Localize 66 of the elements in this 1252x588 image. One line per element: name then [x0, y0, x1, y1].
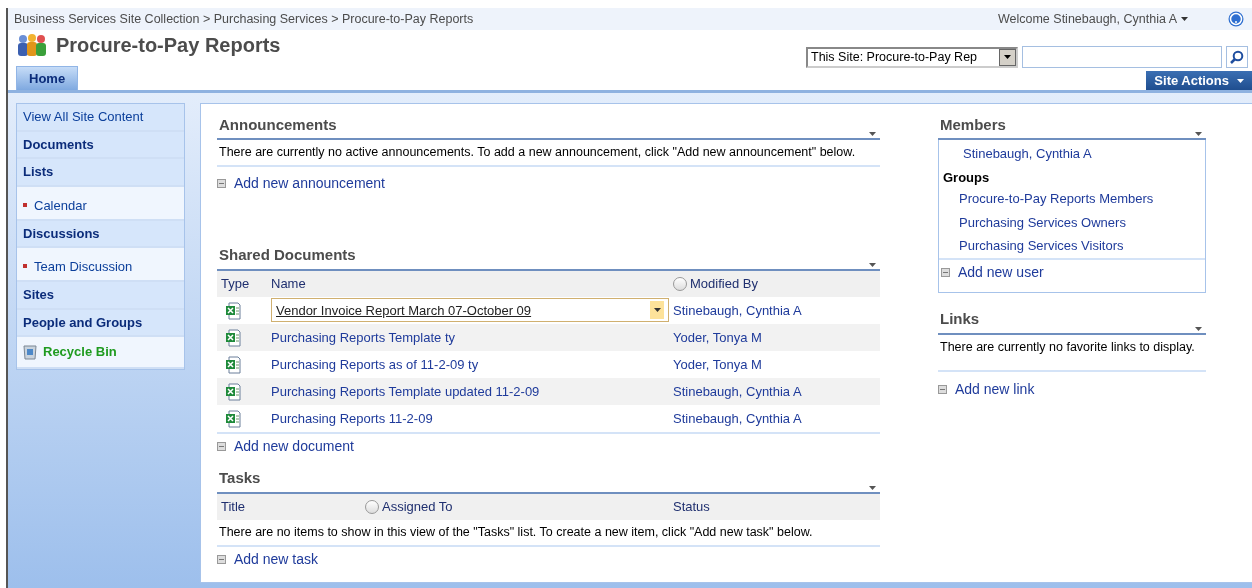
- empty-message: There are no items to show in this view of the "Tasks" list. To create a new item, click "Add new task" below.: [217, 519, 880, 547]
- caret-icon: [1004, 55, 1011, 59]
- column-header: Name: [271, 275, 307, 293]
- person-link[interactable]: Yoder, Tonya M: [673, 327, 762, 347]
- person-link[interactable]: Yoder, Tonya M: [673, 354, 762, 374]
- group-link[interactable]: Procure-to-Pay Reports Members: [939, 187, 1205, 211]
- recycle-bin-icon: [23, 344, 37, 360]
- tab[interactable]: Home: [16, 65, 79, 90]
- search-icon: [1230, 50, 1244, 64]
- caret-icon: [869, 262, 876, 267]
- person-link[interactable]: Stinebaugh, Cynthia A: [673, 300, 802, 320]
- add-link[interactable]: Add new document: [234, 436, 354, 458]
- document-link[interactable]: Purchasing Reports 11-2-09: [271, 410, 433, 426]
- person-link[interactable]: Stinebaugh, Cynthia A: [673, 381, 802, 401]
- caret-icon: [1237, 78, 1244, 83]
- caret-icon: [1181, 17, 1188, 21]
- group-heading: Groups: [942, 168, 991, 187]
- breadcrumb-path: Business Services Site Collection > Purchasing Services > Procure-to-Pay Reports: [14, 10, 474, 28]
- scope-dropdown[interactable]: This Site: Procure-to-Pay Rep: [806, 46, 1018, 68]
- document-link[interactable]: Vendor Invoice Report March 07-October 09: [271, 298, 669, 323]
- caret-icon: [1195, 132, 1202, 136]
- webpart-title: Links: [940, 309, 980, 329]
- column-header: Type: [220, 275, 251, 293]
- document-link[interactable]: Purchasing Reports Template ty: [271, 329, 456, 345]
- site-actions-button[interactable]: Site Actions: [1146, 71, 1252, 90]
- spreadsheet-icon: [225, 383, 241, 402]
- webpart-title: Members: [940, 114, 1006, 135]
- column-header: Assigned To: [365, 497, 673, 517]
- webpart-title: Announcements: [219, 114, 337, 135]
- welcome-menu[interactable]: Welcome Stinebaugh, Cynthia A: [997, 9, 1188, 29]
- spreadsheet-icon: [225, 356, 241, 375]
- caret-icon: [869, 132, 876, 136]
- add-icon: [217, 442, 226, 452]
- spreadsheet-icon: [225, 410, 241, 429]
- site-title: Procure-to-Pay Reports: [56, 33, 281, 58]
- add-icon: [938, 384, 947, 394]
- document-link[interactable]: Purchasing Reports as of 11-2-09 ty: [271, 356, 479, 372]
- search-field[interactable]: [1022, 46, 1222, 68]
- caret-icon: [1195, 326, 1202, 331]
- empty-message: There are currently no active announcements. To add a new announcement, click "Add new announcement" below.: [217, 140, 880, 167]
- spreadsheet-icon: [225, 302, 241, 321]
- group-link[interactable]: Purchasing Services Owners: [939, 210, 1205, 234]
- person-link[interactable]: Stinebaugh, Cynthia A: [939, 140, 1205, 168]
- empty-message: There are currently no favorite links to display.: [938, 334, 1206, 373]
- document-link[interactable]: Purchasing Reports Template updated 11-2-09: [271, 383, 540, 399]
- add-link[interactable]: Add new announcement: [234, 173, 385, 195]
- webpart-title: Tasks: [219, 468, 261, 489]
- add-link[interactable]: Add new link: [955, 378, 1035, 400]
- caret-icon: [869, 485, 876, 490]
- add-icon: [217, 555, 226, 564]
- webpart-title: Shared Documents: [219, 245, 356, 266]
- spreadsheet-icon: [225, 329, 241, 348]
- search-button[interactable]: [1226, 46, 1248, 68]
- person-link[interactable]: Stinebaugh, Cynthia A: [673, 408, 802, 428]
- column-header: Modified By: [673, 274, 758, 294]
- nav-heading[interactable]: Sites: [23, 287, 55, 302]
- add-icon: [941, 268, 950, 277]
- column-header: Status: [673, 498, 710, 516]
- add-link[interactable]: Add new user: [958, 262, 1044, 283]
- people-icon: [16, 33, 48, 57]
- group-link[interactable]: Purchasing Services Visitors: [939, 234, 1205, 258]
- column-header: Title: [220, 498, 247, 516]
- caret-icon: [653, 308, 661, 313]
- add-icon: [217, 179, 226, 189]
- nav-heading[interactable]: Lists: [23, 164, 54, 179]
- add-link[interactable]: Add new task: [234, 549, 319, 570]
